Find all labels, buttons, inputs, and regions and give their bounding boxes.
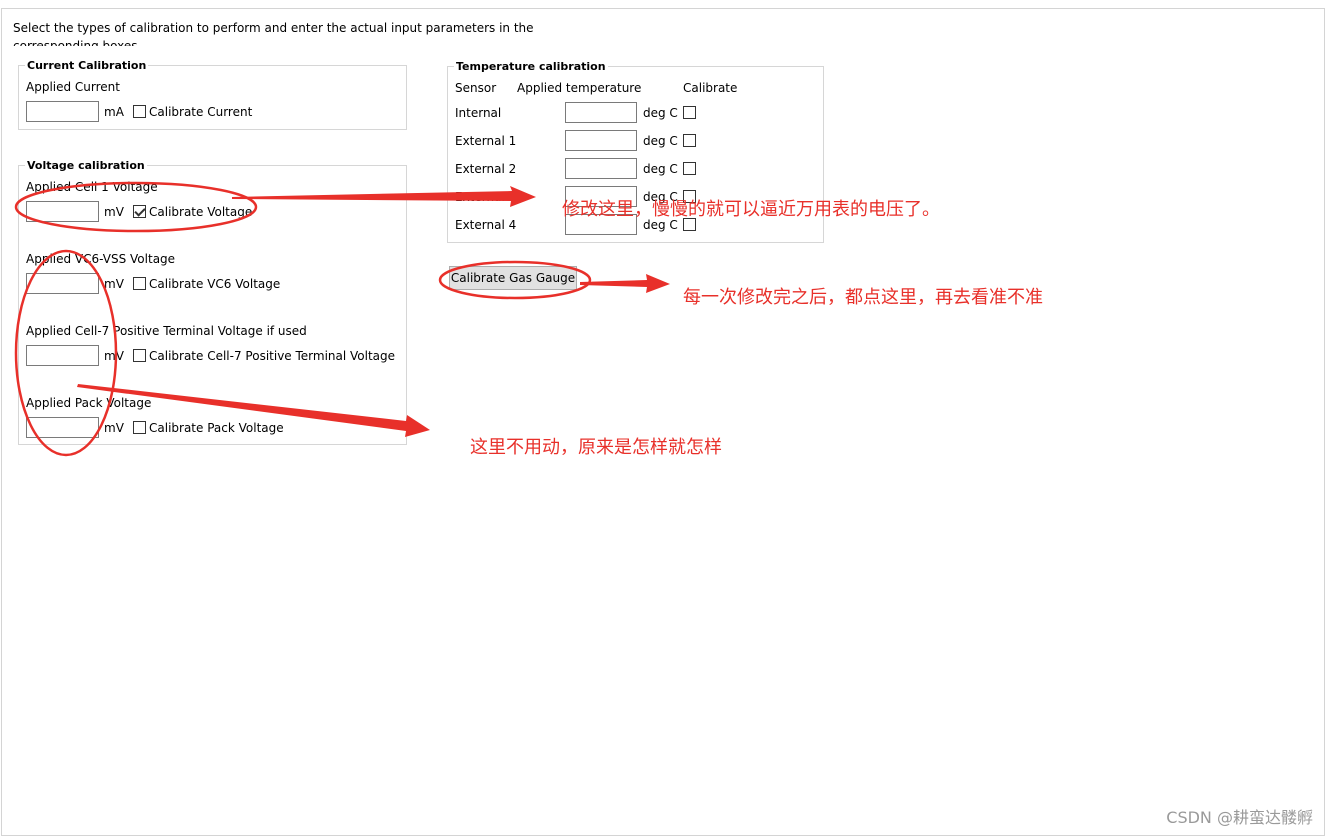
pack-unit-label: mV: [104, 421, 124, 435]
vc6-unit-label: mV: [104, 277, 124, 291]
internal-unit-label: deg C: [643, 106, 678, 120]
temperature-calibration-title: Temperature calibration: [454, 60, 608, 73]
calibrate-voltage-label[interactable]: Calibrate Voltage: [149, 205, 252, 219]
sensor-column-header: Sensor: [455, 81, 497, 95]
sensor-external3-label: External 3: [455, 190, 517, 204]
annotation-note-voltage: 修改这里，慢慢的就可以逼近万用表的电压了。: [562, 199, 940, 220]
cell1-unit-label: mV: [104, 205, 124, 219]
annotation-note-button: 每一次修改完之后，都点这里，再去看准不准: [683, 287, 1043, 308]
external1-temperature-input[interactable]: [565, 130, 637, 151]
calibrate-pack-checkbox[interactable]: [133, 421, 146, 434]
sensor-external4-label: External 4: [455, 218, 517, 232]
external2-unit-label: deg C: [643, 162, 678, 176]
cell1-voltage-label: Applied Cell 1 Voltage: [26, 180, 158, 194]
external1-unit-label: deg C: [643, 134, 678, 148]
cell1-voltage-input[interactable]: [26, 201, 99, 222]
current-unit-label: mA: [104, 105, 124, 119]
vc6-vss-voltage-input[interactable]: [26, 273, 99, 294]
cell7-voltage-input[interactable]: [26, 345, 99, 366]
instructions-text: Select the types of calibration to perfo…: [13, 21, 534, 46]
calibrate-vc6-label[interactable]: Calibrate VC6 Voltage: [149, 277, 280, 291]
cell7-voltage-label: Applied Cell-7 Positive Terminal Voltage…: [26, 324, 307, 338]
watermark: CSDN @耕蛮达髅孵: [1166, 808, 1313, 827]
pack-voltage-input[interactable]: [26, 417, 99, 438]
calibrate-vc6-checkbox[interactable]: [133, 277, 146, 290]
sensor-external1-label: External 1: [455, 134, 517, 148]
calibrate-current-checkbox[interactable]: [133, 105, 146, 118]
calibrate-external1-checkbox[interactable]: [683, 134, 696, 147]
calibrate-gas-gauge-button[interactable]: Calibrate Gas Gauge: [449, 266, 577, 290]
current-calibration-title: Current Calibration: [25, 59, 149, 72]
external2-temperature-input[interactable]: [565, 158, 637, 179]
calibrate-voltage-checkbox[interactable]: [133, 205, 146, 218]
applied-temperature-column-header: Applied temperature: [517, 81, 642, 95]
pack-voltage-label: Applied Pack Voltage: [26, 396, 152, 410]
calibrate-external2-checkbox[interactable]: [683, 162, 696, 175]
calibrate-internal-checkbox[interactable]: [683, 106, 696, 119]
calibrate-current-label[interactable]: Calibrate Current: [149, 105, 252, 119]
cell7-unit-label: mV: [104, 349, 124, 363]
sensor-internal-label: Internal: [455, 106, 502, 120]
sensor-external2-label: External 2: [455, 162, 517, 176]
vc6-vss-voltage-label: Applied VC6-VSS Voltage: [26, 252, 176, 266]
calibrate-pack-label[interactable]: Calibrate Pack Voltage: [149, 421, 284, 435]
voltage-calibration-title: Voltage calibration: [25, 159, 147, 172]
calibrate-cell7-checkbox[interactable]: [133, 349, 146, 362]
applied-current-label: Applied Current: [26, 80, 120, 94]
annotation-note-unused: 这里不用动，原来是怎样就怎样: [470, 437, 722, 458]
internal-temperature-input[interactable]: [565, 102, 637, 123]
calibrate-column-header: Calibrate: [683, 81, 738, 95]
applied-current-input[interactable]: [26, 101, 99, 122]
calibrate-cell7-label[interactable]: Calibrate Cell-7 Positive Terminal Volta…: [149, 349, 395, 363]
